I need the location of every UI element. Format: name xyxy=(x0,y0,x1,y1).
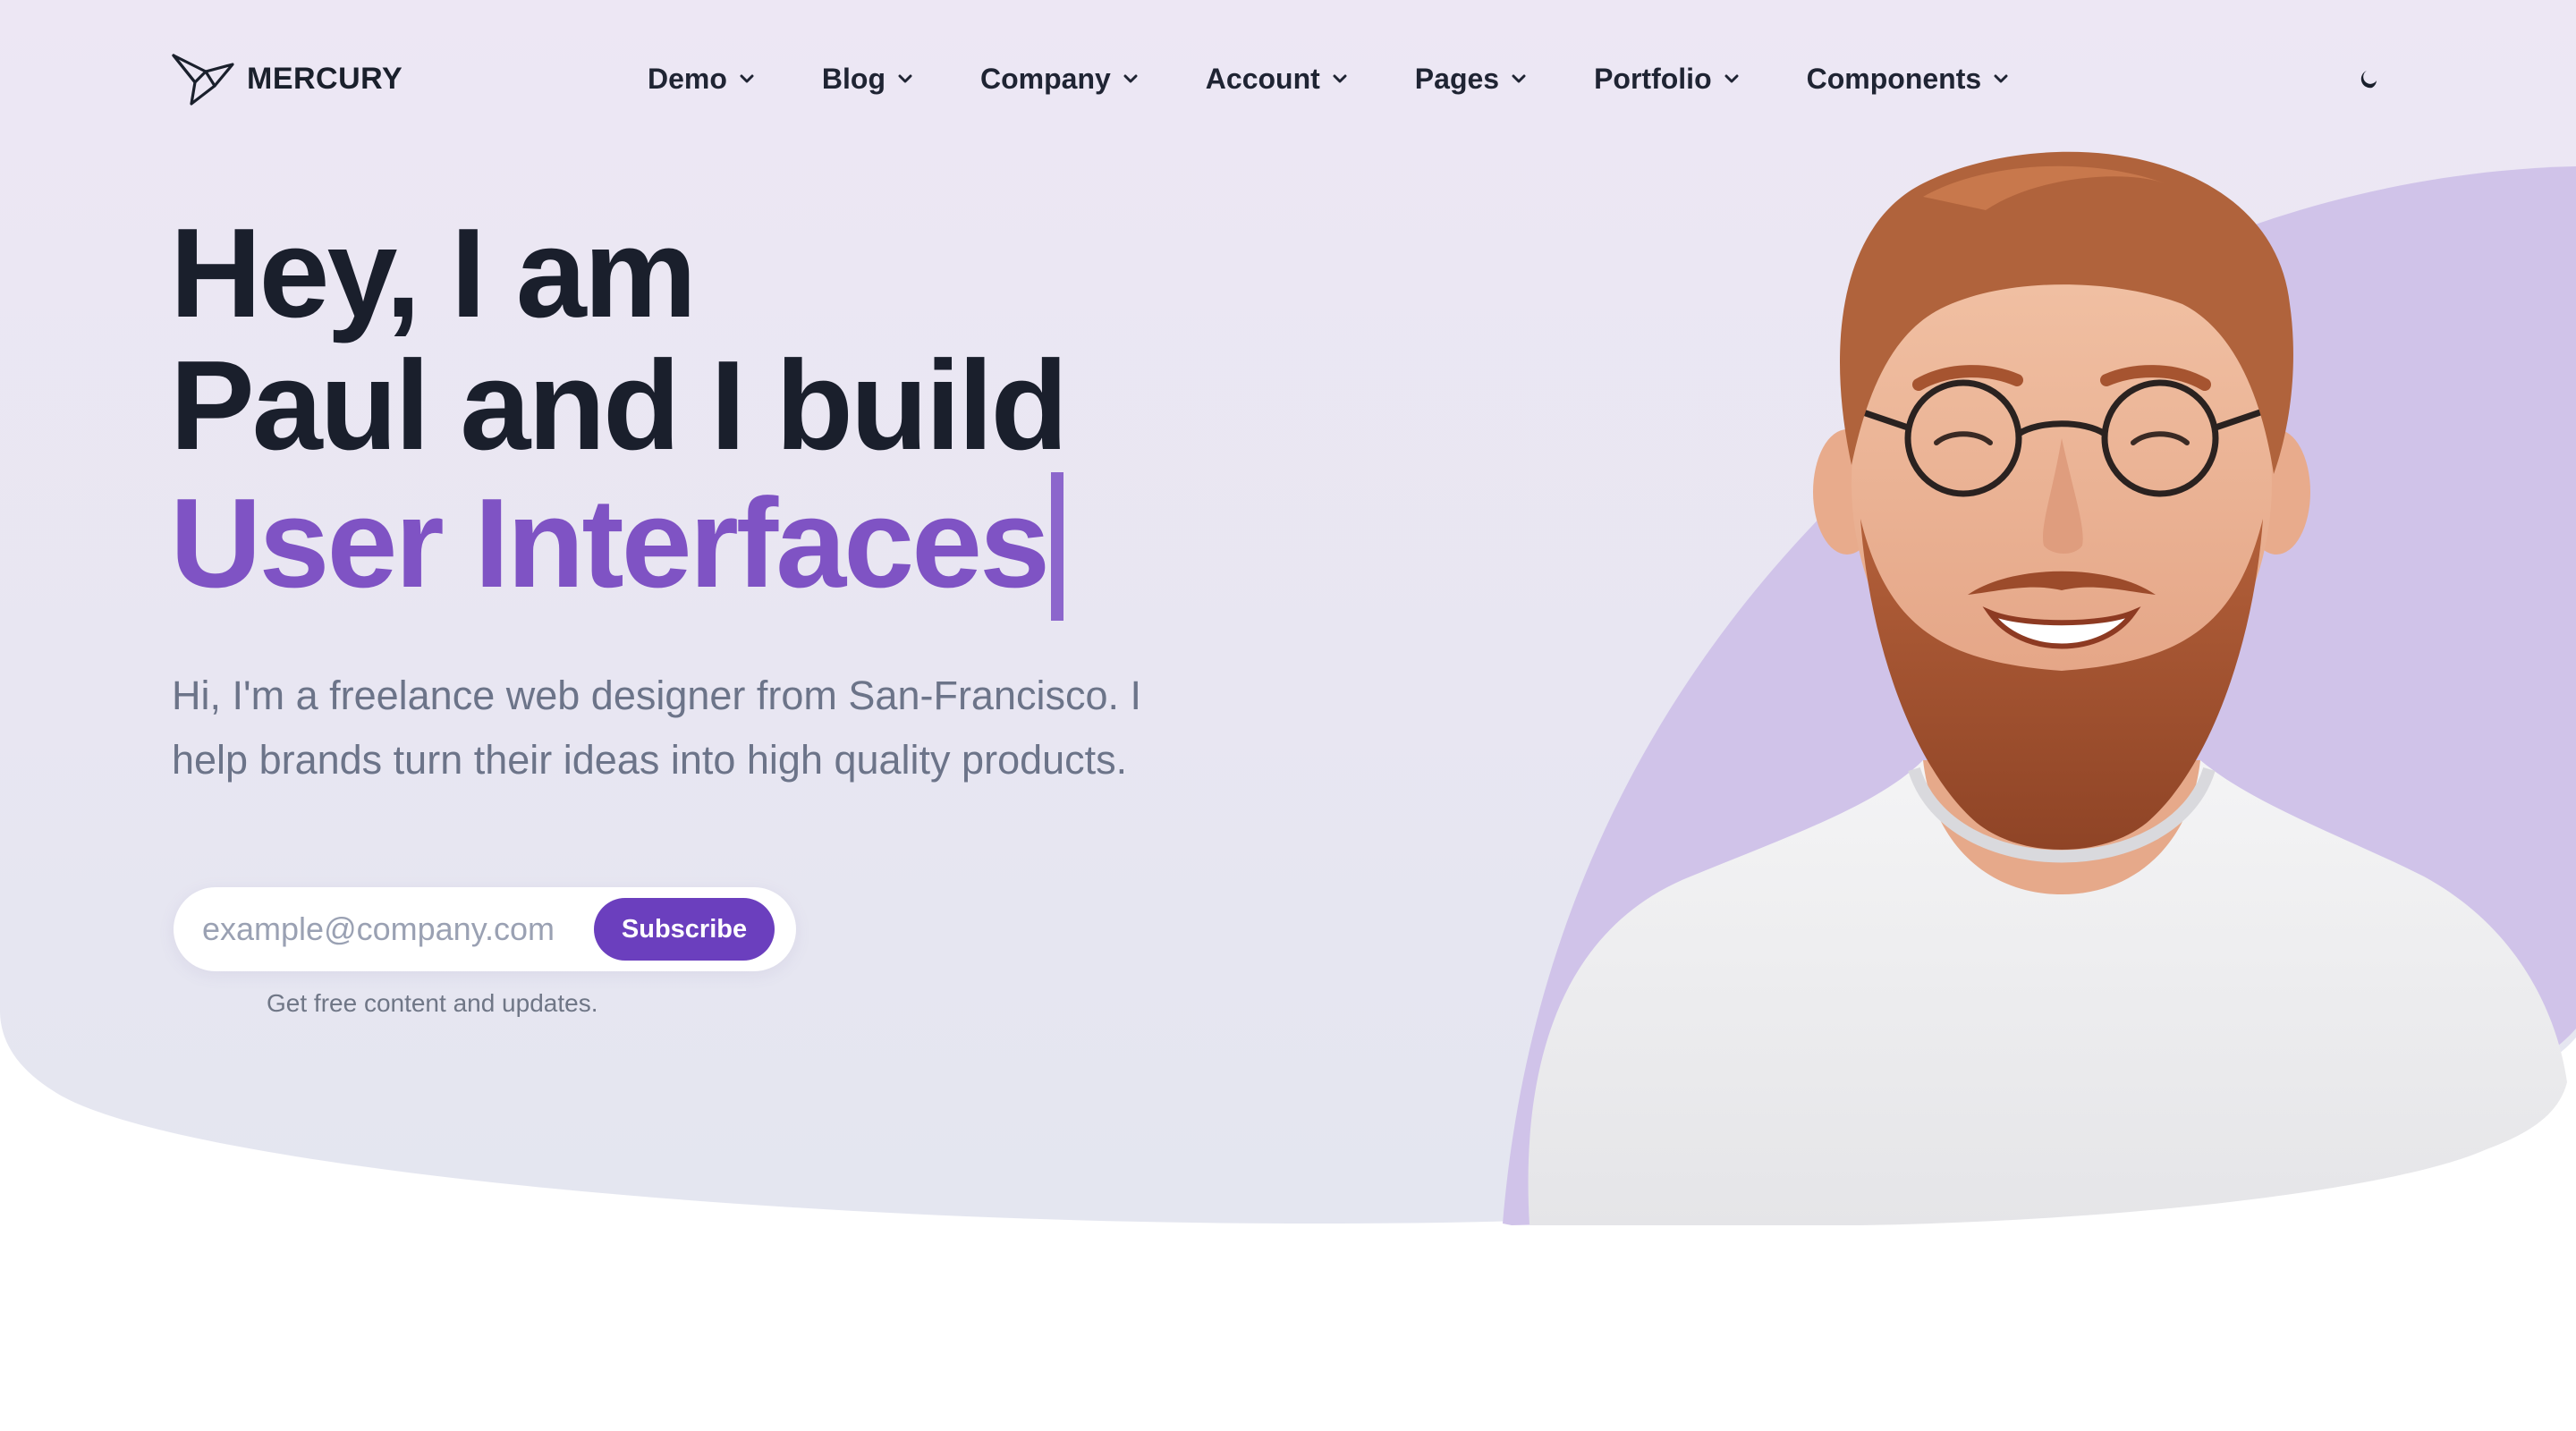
nav-label: Components xyxy=(1806,62,1982,95)
nav-item-pages[interactable]: Pages xyxy=(1415,63,1526,96)
moon-icon xyxy=(2360,71,2377,89)
nav-label: Portfolio xyxy=(1594,62,1712,95)
chevron-down-icon xyxy=(1994,74,2008,83)
chevron-down-icon xyxy=(740,74,754,83)
nav-item-demo[interactable]: Demo xyxy=(648,63,754,96)
subscribe-button[interactable]: Subscribe xyxy=(594,898,775,961)
nav-item-portfolio[interactable]: Portfolio xyxy=(1594,63,1739,96)
chevron-down-icon xyxy=(1333,74,1347,83)
hero-title-line-1: Hey, I am xyxy=(170,202,697,344)
nav-item-blog[interactable]: Blog xyxy=(822,63,912,96)
nav-label: Pages xyxy=(1414,62,1500,95)
nav-item-components[interactable]: Components xyxy=(1807,63,2009,96)
hero-description: Hi, I'm a freelance web designer from Sa… xyxy=(172,673,1142,783)
theme-toggle-button[interactable] xyxy=(2345,57,2390,102)
typing-cursor xyxy=(1051,472,1064,621)
nav-label: Demo xyxy=(648,62,727,95)
nav-label: Account xyxy=(1205,62,1320,95)
hero-title: Hey, I am Paul and I build User Interfac… xyxy=(170,202,1068,621)
chevron-down-icon xyxy=(898,74,912,83)
nav-label: Blog xyxy=(821,62,886,95)
hero-title-line-2: Paul and I build xyxy=(170,334,1068,477)
brand-link[interactable]: MERCURY xyxy=(170,50,402,107)
nav-label: Company xyxy=(980,62,1111,95)
hero-title-line-3: User Interfaces xyxy=(170,472,1065,621)
subscribe-form: Subscribe xyxy=(174,887,796,971)
chevron-down-icon xyxy=(1724,74,1739,83)
nav-item-account[interactable]: Account xyxy=(1206,63,1347,96)
paper-bird-icon xyxy=(172,54,234,106)
subscribe-note: Get free content and updates. xyxy=(267,989,598,1017)
brand-name: MERCURY xyxy=(247,61,403,96)
chevron-down-icon xyxy=(1512,74,1526,83)
hero-portrait-image xyxy=(1528,151,2567,1225)
nav-item-company[interactable]: Company xyxy=(980,63,1138,96)
chevron-down-icon xyxy=(1123,74,1138,83)
page: MERCURY Demo Blog Company Account Pages … xyxy=(0,0,2576,1431)
hero-title-highlight: User Interfaces xyxy=(170,472,1050,614)
email-input[interactable] xyxy=(200,898,576,961)
main-nav: Demo Blog Company Account Pages Portfoli… xyxy=(648,54,2076,104)
navbar: MERCURY Demo Blog Company Account Pages … xyxy=(0,0,2576,157)
